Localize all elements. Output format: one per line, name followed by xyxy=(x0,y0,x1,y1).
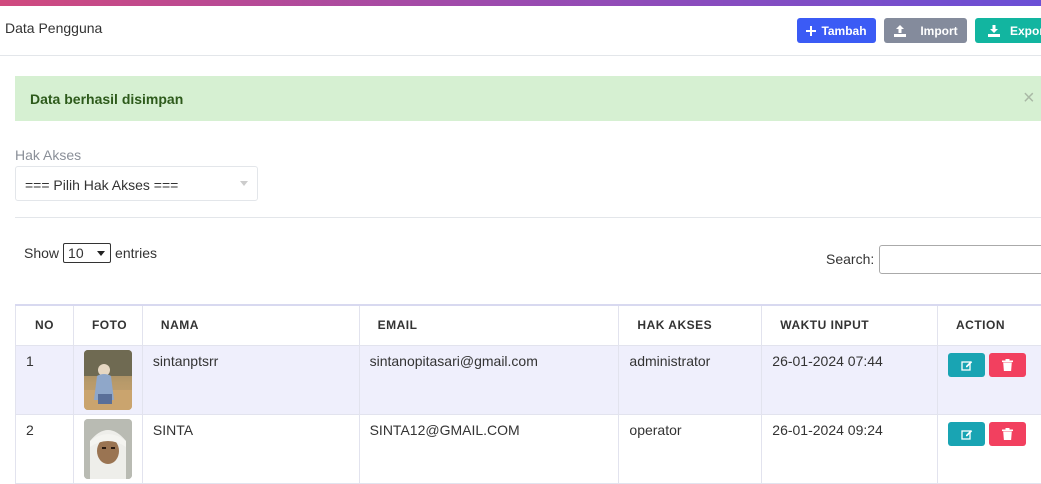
download-icon xyxy=(987,25,1001,37)
chevron-down-icon xyxy=(97,251,105,256)
page-title: Data Pengguna xyxy=(5,20,102,36)
show-label: Show xyxy=(24,245,59,261)
alert-message: Data berhasil disimpan xyxy=(30,91,183,107)
hak-akses-select[interactable]: === Pilih Hak Akses === xyxy=(15,166,258,201)
avatar xyxy=(84,350,132,410)
user-role: administrator xyxy=(619,345,762,414)
chevron-down-icon xyxy=(240,181,248,186)
trash-icon xyxy=(1002,428,1013,440)
avatar xyxy=(84,419,132,479)
photo-cell xyxy=(73,345,142,414)
column-header-action: ACTION xyxy=(938,305,1041,345)
close-icon[interactable]: × xyxy=(1023,87,1035,110)
import-button[interactable]: Import xyxy=(884,18,967,43)
page-header: Data Pengguna Tambah Import Export xyxy=(0,6,1041,56)
avatar-photo xyxy=(84,350,132,410)
delete-button[interactable] xyxy=(989,353,1026,377)
edit-icon xyxy=(961,428,973,440)
column-header-foto[interactable]: FOTO xyxy=(73,305,142,345)
column-header-waktu-input[interactable]: WAKTU INPUT xyxy=(762,305,938,345)
hak-akses-selected: === Pilih Hak Akses === xyxy=(25,177,178,193)
table-header-row: NO FOTO NAMA EMAIL HAK AKSES WAKTU INPUT… xyxy=(16,305,1041,345)
user-email: SINTA12@GMAIL.COM xyxy=(359,414,619,483)
plus-icon xyxy=(806,26,816,36)
row-number: 2 xyxy=(16,414,74,483)
edit-button[interactable] xyxy=(948,353,985,377)
page-length-value: 10 xyxy=(68,245,84,261)
entries-label: entries xyxy=(115,245,157,261)
action-cell xyxy=(938,414,1041,483)
avatar-photo xyxy=(84,419,132,479)
delete-button[interactable] xyxy=(989,422,1026,446)
import-button-label: Import xyxy=(920,24,957,38)
search-label: Search: xyxy=(826,251,874,267)
edit-icon xyxy=(961,359,973,371)
input-time: 26-01-2024 07:44 xyxy=(762,345,938,414)
user-name: sintanptsrr xyxy=(142,345,359,414)
search-input[interactable] xyxy=(879,245,1041,274)
user-role: operator xyxy=(619,414,762,483)
row-number: 1 xyxy=(16,345,74,414)
export-button[interactable]: Export xyxy=(975,18,1041,43)
export-button-label: Export xyxy=(1010,24,1041,38)
page-length-select[interactable]: 10 xyxy=(63,243,111,263)
table-row: 1 sintanptsrr sintanopitasari@gmail.com … xyxy=(16,345,1041,414)
column-header-nama[interactable]: NAMA xyxy=(142,305,359,345)
column-header-email[interactable]: EMAIL xyxy=(359,305,619,345)
page-length-control: Show 10 entries xyxy=(24,243,157,263)
column-header-hak-akses[interactable]: HAK AKSES xyxy=(619,305,762,345)
photo-cell xyxy=(73,414,142,483)
success-alert: Data berhasil disimpan × xyxy=(15,76,1041,121)
input-time: 26-01-2024 09:24 xyxy=(762,414,938,483)
tambah-button[interactable]: Tambah xyxy=(797,18,876,43)
divider xyxy=(15,217,1041,218)
trash-icon xyxy=(1002,359,1013,371)
users-table: NO FOTO NAMA EMAIL HAK AKSES WAKTU INPUT… xyxy=(15,304,1041,484)
upload-icon xyxy=(893,25,907,37)
edit-button[interactable] xyxy=(948,422,985,446)
column-header-no[interactable]: NO xyxy=(16,305,74,345)
user-email: sintanopitasari@gmail.com xyxy=(359,345,619,414)
tambah-button-label: Tambah xyxy=(821,24,866,38)
hak-akses-label: Hak Akses xyxy=(15,147,81,163)
user-name: SINTA xyxy=(142,414,359,483)
table-row: 2 SINTA SINTA12@GMAIL.COM operator 26-01… xyxy=(16,414,1041,483)
action-cell xyxy=(938,345,1041,414)
